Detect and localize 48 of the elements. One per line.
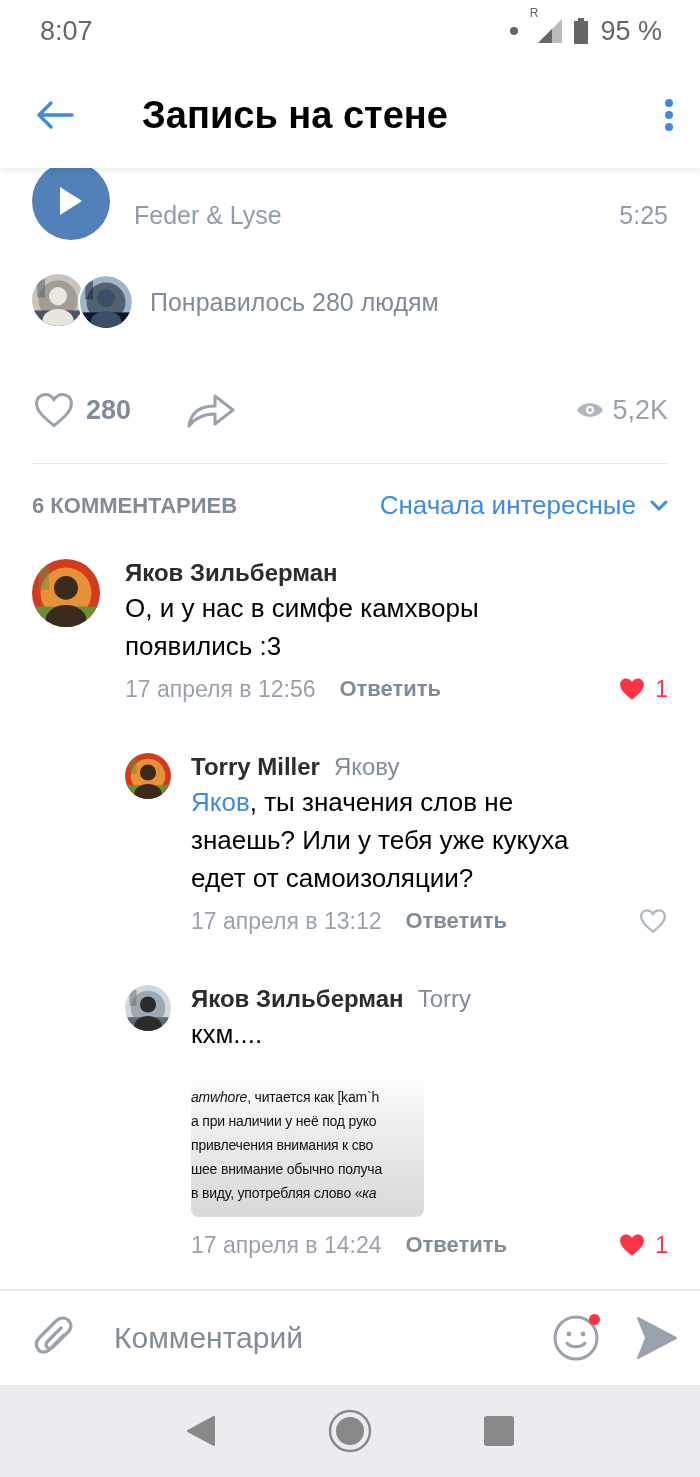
reply-to-name[interactable]: Torry <box>417 985 471 1013</box>
heart-icon[interactable] <box>638 906 668 936</box>
caret-icon <box>650 499 668 512</box>
sort-dropdown[interactable]: Сначала интересные <box>379 490 668 521</box>
eye-icon <box>576 400 605 420</box>
track-duration: 5:25 <box>619 201 668 230</box>
comment-date: 17 апреля в 13:12 <box>191 907 382 935</box>
author-name[interactable]: Яков Зильберман <box>125 559 338 587</box>
back-nav-icon[interactable] <box>186 1415 216 1447</box>
emoji-icon[interactable] <box>552 1314 600 1362</box>
status-time: 8:07 <box>40 15 93 47</box>
comment-input[interactable]: Комментарий <box>112 1320 552 1356</box>
notification-dot-icon <box>509 27 518 35</box>
back-icon[interactable] <box>36 100 74 130</box>
comment-text: кхм.... <box>191 1018 264 1051</box>
home-nav-icon[interactable] <box>328 1409 372 1453</box>
author-name[interactable]: Яков Зильберман <box>191 985 404 1013</box>
author-name[interactable]: Torry Miller <box>191 753 320 781</box>
play-icon <box>58 185 84 217</box>
reply-link[interactable]: Ответить <box>405 1232 508 1258</box>
like-count: 1 <box>655 1231 668 1259</box>
send-icon[interactable] <box>636 1316 678 1360</box>
mention-link[interactable]: Яков <box>191 787 250 817</box>
reply-link[interactable]: Ответить <box>339 676 442 702</box>
page-title: Запись на стене <box>142 93 449 137</box>
signal-icon <box>538 19 563 43</box>
battery-level: 95 % <box>600 15 662 47</box>
attachment-text: в виду, употребляя слово «ка <box>191 1184 378 1203</box>
reply-to-name[interactable]: Якову <box>333 753 400 781</box>
like-count: 1 <box>655 675 668 703</box>
battery-icon <box>574 18 589 44</box>
comments-count: 6 КОММЕНТАРИЕВ <box>32 492 239 519</box>
attachment-text: amwhore, читается как [kam`h <box>191 1088 380 1107</box>
attachment-text: шее внимание обычно получа <box>191 1160 384 1179</box>
network-type: R <box>529 5 539 20</box>
more-icon[interactable] <box>664 98 674 132</box>
likes-summary[interactable]: Понравилось 280 людям <box>150 287 439 317</box>
comment-text: Яков, ты значения слов не знаешь? Или у тебя уже кукуха едет от самоизоляции? <box>191 786 570 895</box>
view-count: 5,2K <box>612 394 668 426</box>
comment-text: О, и у нас в симфе камхворы появились :3 <box>125 592 480 663</box>
attachment-text: привлечения внимания к сво <box>191 1136 375 1155</box>
comment-date: 17 апреля в 14:24 <box>191 1231 382 1259</box>
share-icon[interactable] <box>187 392 236 428</box>
track-artist: Feder & Lyse <box>134 201 282 230</box>
comment-date: 17 апреля в 12:56 <box>125 675 316 703</box>
reply-link[interactable]: Ответить <box>405 908 508 934</box>
like-count: 280 <box>86 394 132 426</box>
attachment-text: а при наличии у неё под руко <box>191 1112 378 1131</box>
